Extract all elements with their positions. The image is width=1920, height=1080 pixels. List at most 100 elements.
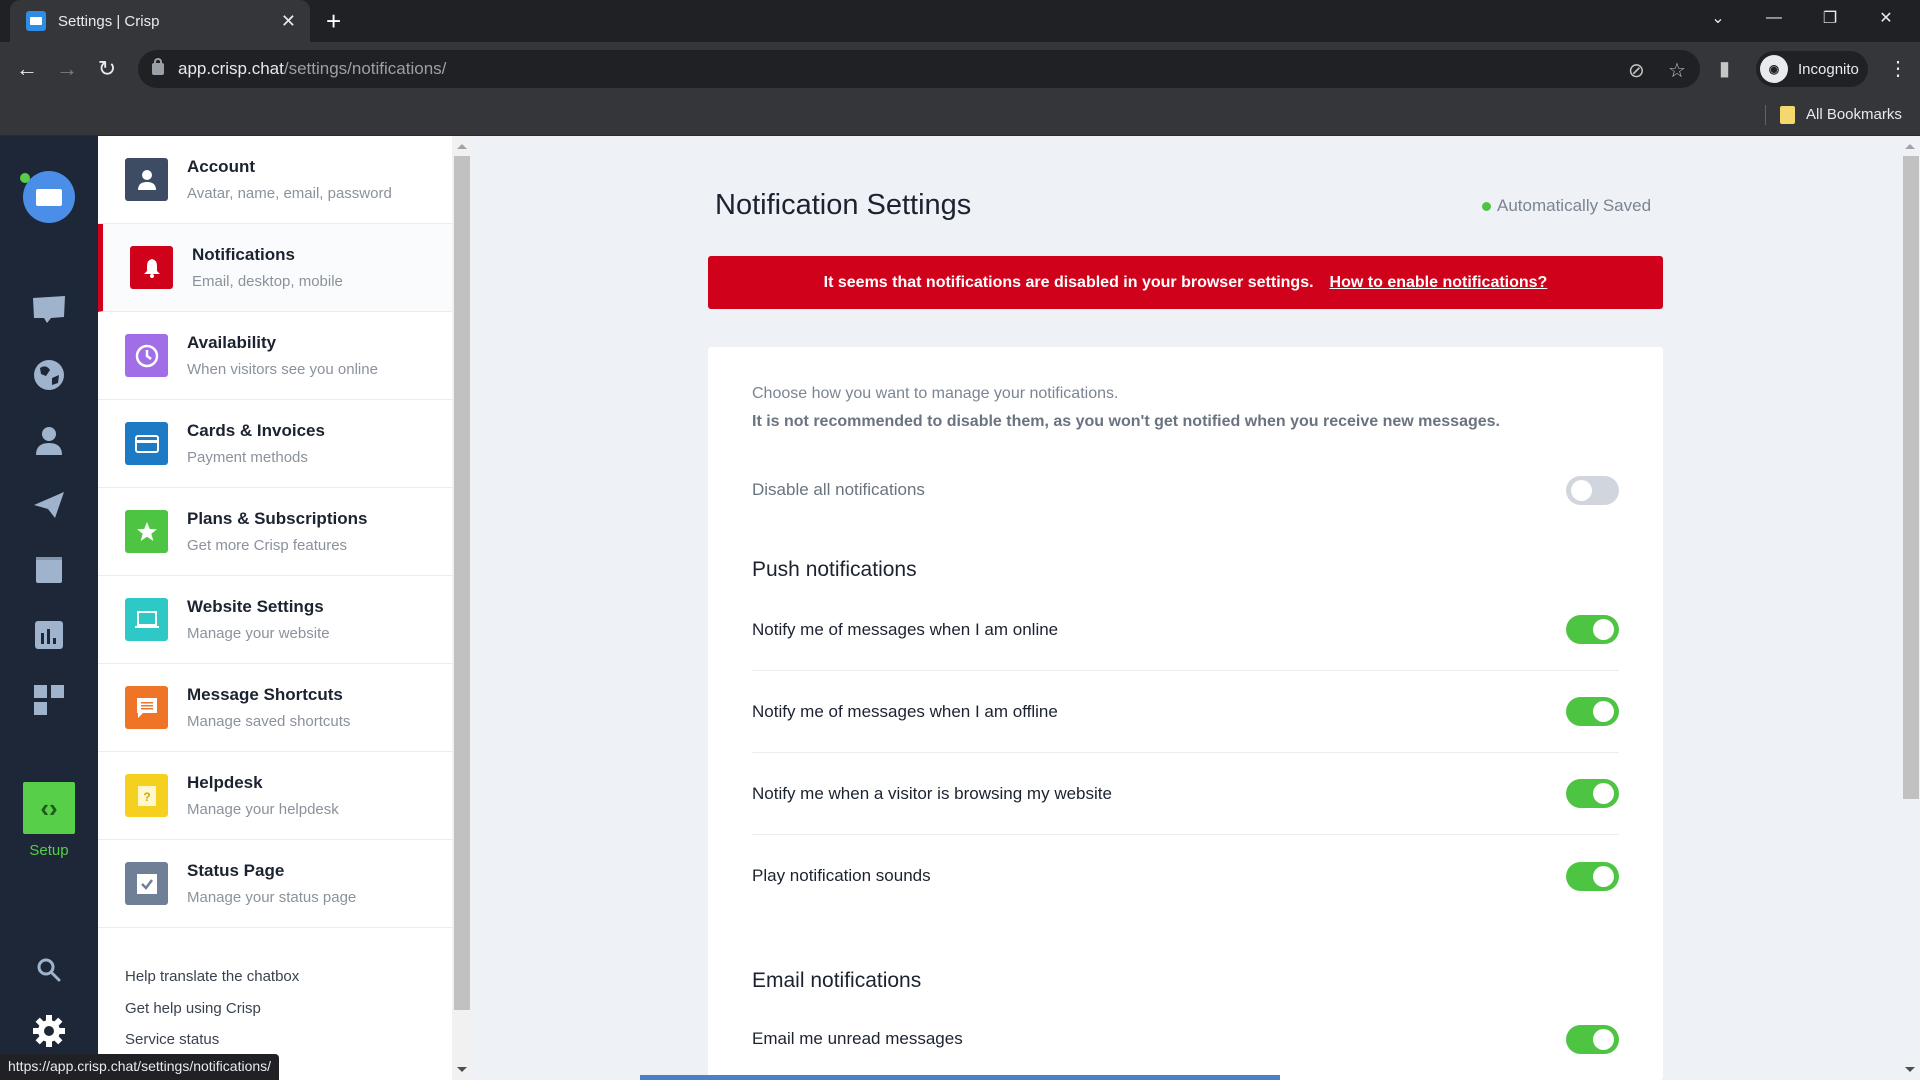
scroll-down-arrow-icon[interactable] <box>1905 1067 1915 1072</box>
sidebar-item-website-settings[interactable]: Website Settings Manage your website <box>98 576 452 664</box>
sidebar-item-notifications[interactable]: Notifications Email, desktop, mobile <box>98 224 452 312</box>
intro-text: Choose how you want to manage your notif… <box>752 385 1119 402</box>
sounds-row: Play notification sounds <box>752 835 1619 917</box>
sidebar-item-subtitle: Avatar, name, email, password <box>187 185 392 202</box>
tab-search-icon[interactable]: ⌄ <box>1690 8 1746 28</box>
push-visitor-toggle[interactable] <box>1566 779 1619 808</box>
how-to-enable-link[interactable]: How to enable notifications? <box>1330 274 1548 292</box>
close-window-button[interactable]: ✕ <box>1858 8 1914 28</box>
sidebar-item-subtitle: Manage your website <box>187 625 330 642</box>
user-icon <box>125 158 168 201</box>
notifications-disabled-alert: It seems that notifications are disabled… <box>708 256 1663 309</box>
browser-toolbar: ← → ↻ app.crisp.chat/settings/notificati… <box>0 42 1920 96</box>
search-icon[interactable] <box>29 950 69 990</box>
sidebar-item-title: Helpdesk <box>187 773 263 792</box>
sidebar-item-title: Notifications <box>192 245 295 264</box>
campaigns-icon[interactable] <box>29 485 69 525</box>
analytics-icon[interactable] <box>29 615 69 655</box>
get-help-link[interactable]: Get help using Crisp <box>125 1000 261 1017</box>
sounds-toggle[interactable] <box>1566 861 1619 891</box>
email-unread-row: Email me unread messages <box>752 998 1619 1080</box>
restore-button[interactable]: ❐ <box>1802 8 1858 28</box>
sidebar-item-subtitle: Email, desktop, mobile <box>192 273 343 290</box>
sidebar-item-availability[interactable]: Availability When visitors see you online <box>98 312 452 400</box>
disable-all-toggle[interactable] <box>1566 475 1619 505</box>
sidebar-item-cards-invoices[interactable]: Cards & Invoices Payment methods <box>98 400 452 488</box>
sidebar-item-helpdesk[interactable]: ? Helpdesk Manage your helpdesk <box>98 752 452 840</box>
main-scrollbar-thumb[interactable] <box>1903 156 1919 799</box>
crisp-favicon-icon <box>26 11 46 31</box>
push-visitor-label: Notify me when a visitor is browsing my … <box>752 783 1112 803</box>
push-online-label: Notify me of messages when I am online <box>752 619 1059 639</box>
sounds-label: Play notification sounds <box>752 866 931 885</box>
sidebar-item-title: Message Shortcuts <box>187 685 343 704</box>
bookmarks-folder-icon <box>1780 106 1795 124</box>
credit-card-icon <box>125 422 168 465</box>
scroll-down-arrow-icon[interactable] <box>457 1067 467 1072</box>
close-tab-icon[interactable]: ✕ <box>281 11 296 32</box>
sidebar-item-subtitle: Manage your helpdesk <box>187 801 339 818</box>
push-offline-row: Notify me of messages when I am offline <box>752 671 1619 753</box>
push-visitor-row: Notify me when a visitor is browsing my … <box>752 753 1619 835</box>
forward-button[interactable]: → <box>53 56 81 82</box>
profile-button[interactable]: ◉ Incognito <box>1756 51 1868 87</box>
email-unread-label: Email me unread messages <box>752 1029 963 1048</box>
contacts-icon[interactable] <box>29 420 69 460</box>
email-unread-toggle[interactable] <box>1566 1024 1619 1054</box>
link-hover-status-url: https://app.crisp.chat/settings/notifica… <box>0 1054 280 1080</box>
bookmark-star-icon[interactable]: ☆ <box>1668 58 1686 83</box>
settings-gear-icon[interactable] <box>29 1011 69 1051</box>
scroll-up-arrow-icon[interactable] <box>457 144 467 149</box>
all-bookmarks-button[interactable]: All Bookmarks <box>1806 106 1902 123</box>
bookmarks-bar: All Bookmarks <box>0 96 1920 136</box>
sidebar-scrollbar[interactable] <box>452 136 472 1080</box>
sidebar-item-account[interactable]: Account Avatar, name, email, password <box>98 136 452 224</box>
message-icon <box>125 686 168 729</box>
crisp-logo-avatar[interactable] <box>23 171 75 223</box>
new-tab-button[interactable]: + <box>326 6 341 37</box>
help-translate-link[interactable]: Help translate the chatbox <box>125 968 299 985</box>
settings-card: Choose how you want to manage your notif… <box>708 347 1663 1080</box>
push-online-row: Notify me of messages when I am online <box>752 589 1619 671</box>
main-scrollbar[interactable] <box>1900 136 1920 1080</box>
intro-warning: It is not recommended to disable them, a… <box>752 413 1500 430</box>
address-bar[interactable]: app.crisp.chat/settings/notifications/ ⊘… <box>138 50 1700 88</box>
plugins-icon[interactable] <box>29 680 69 720</box>
browser-tab[interactable]: Settings | Crisp ✕ <box>10 0 310 42</box>
globe-icon[interactable] <box>29 355 69 395</box>
main-navigation-rail: ‹› Setup <box>0 136 98 1080</box>
side-panel-icon[interactable]: ▮ <box>1719 56 1730 81</box>
inbox-icon[interactable] <box>29 290 69 330</box>
sidebar-item-plans-subscriptions[interactable]: Plans & Subscriptions Get more Crisp feat… <box>98 488 452 576</box>
sidebar-scrollbar-thumb[interactable] <box>454 156 470 1010</box>
svg-text:?: ? <box>143 790 150 804</box>
laptop-icon <box>125 598 168 641</box>
reload-button[interactable]: ↻ <box>93 56 121 82</box>
service-status-link[interactable]: Service status <box>125 1031 219 1048</box>
scroll-up-arrow-icon[interactable] <box>1905 144 1915 149</box>
check-icon <box>125 862 168 905</box>
push-online-toggle[interactable] <box>1566 615 1619 644</box>
star-icon <box>125 510 168 553</box>
url-path: /settings/notifications/ <box>283 59 447 78</box>
sidebar-item-title: Plans & Subscriptions <box>187 509 368 528</box>
browser-menu-icon[interactable]: ⋮ <box>1888 56 1908 81</box>
sidebar-item-title: Cards & Invoices <box>187 421 325 440</box>
profile-label: Incognito <box>1798 60 1859 78</box>
sidebar-item-title: Availability <box>187 333 277 352</box>
sidebar-item-title: Status Page <box>187 861 285 880</box>
sidebar-item-message-shortcuts[interactable]: Message Shortcuts Manage saved shortcuts <box>98 664 452 752</box>
back-button[interactable]: ← <box>13 56 41 82</box>
disable-all-row: Disable all notifications <box>752 449 1619 531</box>
sidebar-item-subtitle: Get more Crisp features <box>187 537 348 554</box>
push-offline-toggle[interactable] <box>1566 697 1619 726</box>
minimize-button[interactable]: — <box>1746 9 1802 27</box>
lock-icon <box>152 58 164 75</box>
helpdesk-book-icon[interactable] <box>29 550 69 590</box>
sidebar-item-subtitle: Manage your status page <box>187 889 357 906</box>
crisp-app: ‹› Setup Account Avatar, name, email, pas… <box>0 136 1920 1080</box>
sidebar-item-status-page[interactable]: Status Page Manage your status page <box>98 840 452 928</box>
incognito-icon: ◉ <box>1760 55 1788 83</box>
eye-off-icon[interactable]: ⊘ <box>1628 58 1645 83</box>
setup-button[interactable]: ‹› <box>23 782 75 834</box>
